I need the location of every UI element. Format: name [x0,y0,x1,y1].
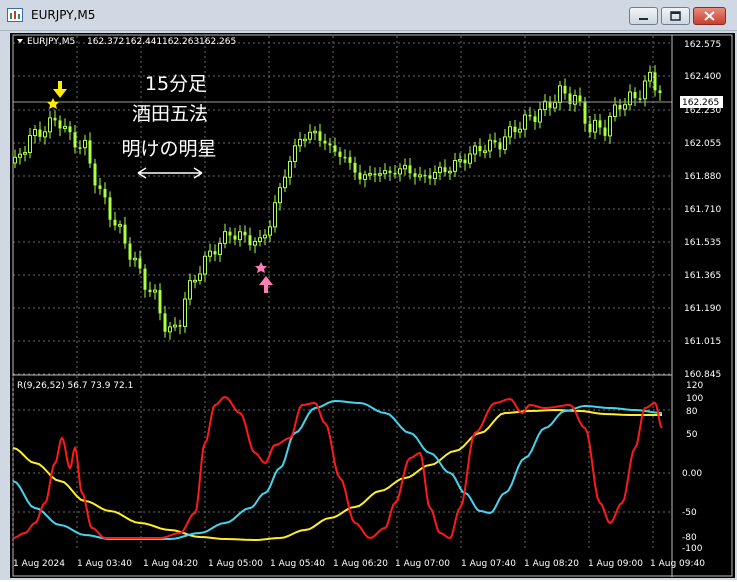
ohlc-low: 162.263 [162,37,199,47]
annotation-method: 酒田五法 [132,103,208,125]
time-tick: 1 Aug 09:40 [650,559,705,569]
chart-menu-icon[interactable] [17,39,23,43]
time-tick: 1 Aug 08:20 [524,559,579,569]
time-tick: 1 Aug 05:00 [208,559,263,569]
price-grid [12,36,672,375]
current-price-label: 162.265 [682,98,719,108]
up-arrow-icon [259,276,273,293]
down-arrow-icon [53,81,67,98]
price-tick: 162.400 [684,72,721,82]
annotation-pattern: 明けの明星 [121,138,216,160]
indicator-tick: 120 [686,381,703,391]
indicator-line-26 [12,399,663,540]
chart-area[interactable]: EURJPY,M5 162.372 162.441 162.263 162.26… [10,33,735,578]
time-tick: 1 Aug 07:00 [395,559,450,569]
price-tick: 161.190 [684,304,721,314]
indicator-tick: -100 [682,544,703,554]
time-tick: 1 Aug 2024 [13,559,65,569]
indicator-tick: 80 [686,407,698,417]
close-button[interactable] [693,7,726,25]
minimize-icon [639,18,648,20]
indicator-tick: 100 [686,394,703,404]
time-tick: 1 Aug 03:40 [77,559,132,569]
terminal-window: EURJPY,M5 EURJPY,M5 162.372 162.441 162.… [0,0,737,580]
morning-star-icon [255,262,267,273]
price-axis: 162.575 162.400 162.230 162.055 161.880 … [684,40,721,380]
indicator-pane[interactable]: R(9,26,52) 56.7 73.9 72.1 120 100 80 50 … [12,376,703,554]
price-tick: 160.845 [684,370,721,380]
annotation-timeframe: 15分足 [145,73,207,95]
restore-button[interactable] [661,7,690,25]
time-tick: 1 Aug 04:20 [143,559,198,569]
time-tick: 1 Aug 06:20 [333,559,388,569]
restore-icon [670,11,681,21]
candles [13,65,662,340]
time-tick: 1 Aug 05:40 [270,559,325,569]
price-tick: 161.880 [684,172,721,182]
indicator-line-9 [12,395,663,540]
window-title: EURJPY,M5 [31,8,96,22]
ohlc-close: 162.265 [199,37,236,47]
close-icon [704,11,715,21]
price-tick: 162.055 [684,139,721,149]
time-tick: 1 Aug 07:40 [461,559,516,569]
price-tick: 161.710 [684,205,721,215]
title-bar[interactable]: EURJPY,M5 [0,0,737,31]
time-axis: 1 Aug 2024 1 Aug 03:40 1 Aug 04:20 1 Aug… [13,559,705,569]
indicator-tick: -50 [682,508,697,518]
indicator-tick: 50 [686,430,698,440]
price-tick: 161.015 [684,337,721,347]
chart-window-icon [7,8,23,22]
indicator-tick: -80 [682,533,697,543]
minimize-button[interactable] [629,7,658,25]
time-tick: 1 Aug 09:00 [588,559,643,569]
price-tick: 161.365 [684,271,721,281]
price-tick: 162.575 [684,40,721,50]
indicator-label: R(9,26,52) 56.7 73.9 72.1 [17,381,133,391]
evening-star-icon [47,98,59,109]
ohlc-open: 162.372 [87,37,124,47]
ohlc-high: 162.441 [125,37,162,47]
indicator-axis: 120 100 80 50 0.00 -50 -80 -100 [682,381,703,554]
symbol-label: EURJPY,M5 [27,37,75,47]
price-tick: 161.535 [684,238,721,248]
indicator-tick: 0.00 [682,469,702,479]
